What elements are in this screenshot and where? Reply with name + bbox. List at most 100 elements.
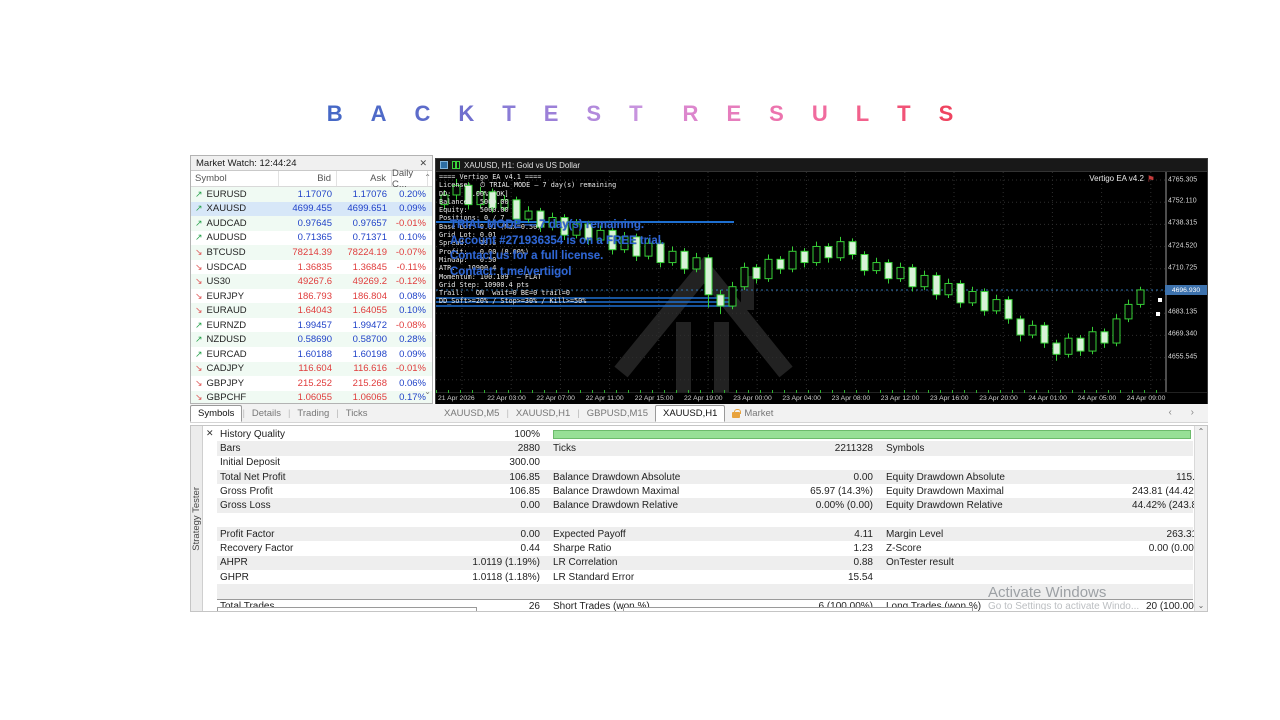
price-tick-label: 4669.340 <box>1168 331 1197 338</box>
arrow-up-icon: ↗ <box>195 320 203 331</box>
ask-cell: 1.17076 <box>337 189 392 200</box>
scroll-up-icon[interactable]: ⌃ <box>424 173 431 182</box>
candle-body <box>885 263 892 279</box>
time-tick-label: 23 Apr 20:00 <box>979 395 1018 402</box>
symbol-cell: ↘EURAUD <box>191 305 279 316</box>
candle-body <box>1089 332 1096 351</box>
stat-value: 1.0118 (1.18%) <box>430 572 543 583</box>
chart-tab-market[interactable]: Market <box>725 406 780 421</box>
market-watch-row[interactable]: ↘EURJPY186.793186.8040.08% <box>191 289 432 304</box>
market-watch-row[interactable]: ↘US3049267.649269.2-0.12% <box>191 274 432 289</box>
trade-marker <box>1156 312 1160 316</box>
time-tick-label: 22 Apr 07:00 <box>536 395 575 402</box>
time-tick-label: 24 Apr 09:00 <box>1127 395 1166 402</box>
tab-nav-arrows[interactable]: ‹ › <box>1169 407 1202 418</box>
market-watch-row[interactable]: ↗AUDUSD0.713650.713710.10% <box>191 231 432 246</box>
market-watch-row[interactable]: ↘BTCUSD78214.3978224.19-0.07% <box>191 245 432 260</box>
tester-col3: Z-Score0.00 (0.00%) <box>883 543 1208 554</box>
chart-body[interactable]: ==== Vertigo EA v4.1 ====License: ⏱ TRIA… <box>436 172 1207 392</box>
time-tick-label: 22 Apr 03:00 <box>487 395 526 402</box>
candle-body <box>897 267 904 278</box>
scroll-up-icon[interactable]: ⌃ <box>1195 427 1207 436</box>
candle-body <box>1077 338 1084 351</box>
market-watch-row[interactable]: ↗AUDCAD0.976450.97657-0.01% <box>191 216 432 231</box>
candle-body <box>741 267 748 286</box>
tester-col3: Equity Drawdown Relative44.42% (243.81) <box>883 500 1208 511</box>
ask-cell: 186.804 <box>337 291 392 302</box>
tester-scrollbar[interactable]: ⌃ ⌄ <box>1194 426 1207 611</box>
stat-value: 106.85 <box>430 486 543 497</box>
arrow-down-icon: ↘ <box>195 262 203 273</box>
stat-value: 65.97 (14.3%) <box>763 486 876 497</box>
candle-body <box>1053 343 1060 354</box>
tester-col1: AHPR1.0119 (1.19%) <box>217 557 543 568</box>
tab-trading[interactable]: Trading <box>290 406 336 421</box>
scroll-down-icon[interactable]: ⌄ <box>424 387 431 396</box>
stat-value: 0 <box>1096 557 1208 568</box>
symbol-cell: ↘US30 <box>191 276 279 287</box>
stat-label: Symbols <box>883 443 1096 454</box>
price-tick-label: 4765.305 <box>1168 177 1197 184</box>
market-watch-row[interactable]: ↘EURAUD1.640431.640550.10% <box>191 303 432 318</box>
tester-close-icon[interactable]: ✕ <box>206 428 214 439</box>
tester-col2: LR Standard Error15.54 <box>550 572 876 583</box>
market-watch-row[interactable]: ↗NZDUSD0.586900.587000.28% <box>191 332 432 347</box>
chart-tab-xauusd-h1[interactable]: XAUUSD,H1 <box>655 405 725 422</box>
daily-change-cell: -0.01% <box>392 218 428 229</box>
chart-tab-gbpusd-m15[interactable]: GBPUSD,M15 <box>580 406 655 421</box>
tester-col2: Balance Drawdown Maximal65.97 (14.3%) <box>550 486 876 497</box>
symbol-cell: ↗NZDUSD <box>191 334 279 345</box>
market-watch-row[interactable]: ↘CADJPY116.604116.616-0.01% <box>191 362 432 377</box>
candle-body <box>945 283 952 294</box>
column-header[interactable]: Ask <box>337 171 392 186</box>
market-watch-row[interactable]: ↘GBPCHF1.060551.060650.17% <box>191 391 432 404</box>
market-watch-row[interactable]: ↗EURCAD1.601881.601980.09% <box>191 347 432 362</box>
trial-overlay-line: Account #271936354 is on a FREE trial. <box>450 234 664 250</box>
strategy-tester-side-tab[interactable]: Strategy Tester <box>191 426 203 611</box>
time-tick-label: 23 Apr 16:00 <box>930 395 969 402</box>
candle-body <box>909 267 916 286</box>
symbol-name: AUDUSD <box>207 232 247 243</box>
stat-label: Total Net Profit <box>217 472 430 483</box>
daily-change-cell: 0.10% <box>392 232 428 243</box>
tab-details[interactable]: Details <box>245 406 288 421</box>
market-watch-row[interactable]: ↘USDCAD1.368351.36845-0.11% <box>191 260 432 275</box>
market-watch-row[interactable]: ↗EURUSD1.170701.170760.20% <box>191 187 432 202</box>
market-watch-row[interactable]: ↗EURNZD1.994571.99472-0.08% <box>191 318 432 333</box>
chart-tab-xauusd-h1[interactable]: XAUUSD,H1 <box>509 406 577 421</box>
arrow-down-icon: ↘ <box>195 378 203 389</box>
chart-tab-xauusd-m5[interactable]: XAUUSD,M5 <box>437 406 506 421</box>
stat-value: 0.44 <box>430 543 543 554</box>
tab-ticks[interactable]: Ticks <box>339 406 375 421</box>
stat-label: Ticks <box>550 443 763 454</box>
stat-label: Equity Drawdown Maximal <box>883 486 1096 497</box>
stat-label: Balance Drawdown Relative <box>550 500 763 511</box>
candle-body <box>1005 300 1012 319</box>
stat-value: 44.42% (243.81) <box>1096 500 1208 511</box>
arrow-down-icon: ↘ <box>195 291 203 302</box>
market-watch-row[interactable]: ↗XAUUSD4699.4554699.6510.09% <box>191 202 432 217</box>
symbol-cell: ↘GBPCHF <box>191 392 279 403</box>
chart-window: XAUUSD, H1: Gold vs US Dollar ==== Verti… <box>435 158 1208 404</box>
time-tick-label: 24 Apr 05:00 <box>1078 395 1117 402</box>
column-header[interactable]: Daily C... <box>392 171 428 186</box>
tab-symbols[interactable]: Symbols <box>190 405 242 422</box>
scroll-down-icon[interactable]: ⌄ <box>1195 601 1207 610</box>
market-watch-row[interactable]: ↘GBPJPY215.252215.2680.06% <box>191 376 432 391</box>
ask-cell: 0.71371 <box>337 232 392 243</box>
title-letter: S <box>586 101 601 127</box>
quality-progress-bar <box>553 430 1191 439</box>
column-header[interactable]: Bid <box>279 171 337 186</box>
column-header[interactable]: Symbol <box>191 171 279 186</box>
price-axis[interactable]: 4765.3054752.1104738.3154724.5204710.725… <box>1165 172 1207 392</box>
stat-value: 15.54 <box>763 572 876 583</box>
chart-tab-label: XAUUSD,H1 <box>516 408 570 419</box>
arrow-down-icon: ↘ <box>195 363 203 374</box>
candle-body <box>789 251 796 269</box>
ask-cell: 0.58700 <box>337 334 392 345</box>
symbol-cell: ↗AUDUSD <box>191 232 279 243</box>
stat-value: 1.23 <box>763 543 876 554</box>
stat-value: 20 (100.00%) <box>1096 601 1208 612</box>
symbol-name: NZDUSD <box>207 334 247 345</box>
bid-cell: 1.36835 <box>279 262 337 273</box>
